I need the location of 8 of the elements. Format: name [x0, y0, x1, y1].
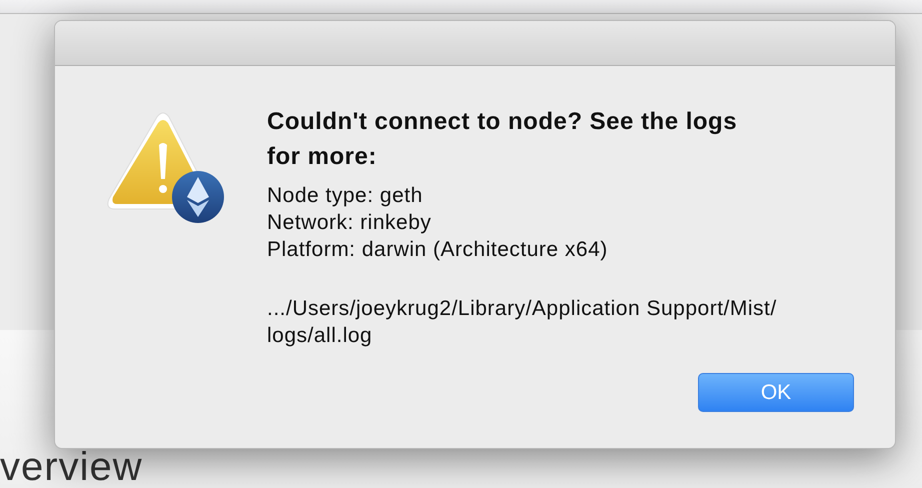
detail-text: Node type: geth [267, 183, 424, 209]
log-path-text: logs/all.log [267, 323, 374, 349]
detail-text: Platform: darwin (Architecture x64) [267, 237, 609, 263]
log-path-text: .../Users/joeykrug2/Library/Application Support/Mist/ [267, 296, 778, 322]
detail-text: Network: rinkeby [267, 210, 432, 236]
ok-button[interactable]: OK [698, 373, 854, 412]
page-heading: verview [0, 447, 143, 487]
alert-title: Couldn't connect to node? See the logs for more: [267, 107, 738, 172]
